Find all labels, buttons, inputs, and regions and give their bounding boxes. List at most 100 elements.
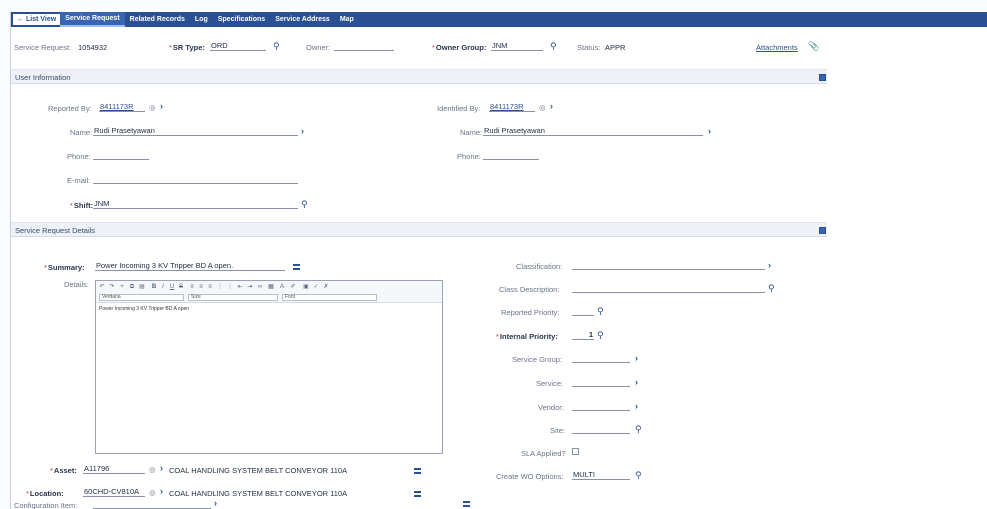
service-group-field[interactable]: [572, 353, 630, 363]
internal-priority-field[interactable]: 1: [572, 330, 594, 340]
phone-field[interactable]: [93, 150, 149, 160]
font-color-icon[interactable]: A: [278, 284, 286, 291]
search-icon[interactable]: ⚲: [597, 307, 604, 316]
clear-format-icon[interactable]: ✗: [322, 284, 330, 291]
long-description-icon[interactable]: [414, 468, 421, 474]
tab-specifications[interactable]: Specifications: [213, 12, 270, 27]
numbered-list-icon[interactable]: ⋮: [226, 284, 234, 291]
paperclip-icon[interactable]: 📎: [808, 41, 819, 52]
site-label: Site:: [550, 426, 566, 435]
bold-icon[interactable]: B: [150, 284, 158, 291]
tab-related-records[interactable]: Related Records: [125, 12, 190, 27]
long-description-icon[interactable]: [293, 264, 300, 270]
outdent-icon[interactable]: ⇤: [236, 284, 244, 291]
class-description-field[interactable]: [572, 283, 765, 293]
chevron-right-icon[interactable]: ›: [160, 102, 163, 111]
sr-type-field[interactable]: ORD: [210, 41, 266, 51]
owner-field[interactable]: [334, 41, 394, 51]
italic-icon[interactable]: I: [159, 284, 167, 291]
detail-menu-icon[interactable]: ◎: [149, 488, 156, 497]
detail-menu-icon[interactable]: ◎: [149, 103, 156, 112]
configuration-item-field[interactable]: [93, 499, 211, 509]
search-icon[interactable]: ⚲: [635, 425, 642, 434]
search-icon[interactable]: ⚲: [635, 471, 642, 480]
identified-by-field[interactable]: 8411173R: [489, 102, 535, 112]
tab-service-request[interactable]: Service Request: [60, 12, 125, 27]
tab-log[interactable]: Log: [190, 12, 213, 27]
attachments-link[interactable]: Attachments: [756, 43, 798, 52]
redo-icon[interactable]: ↷: [108, 284, 116, 291]
chevron-right-icon[interactable]: ›: [635, 402, 638, 411]
chevron-right-icon[interactable]: ›: [160, 464, 163, 473]
align-right-icon[interactable]: ≡: [206, 284, 214, 291]
search-icon[interactable]: ⚲: [301, 200, 308, 209]
chevron-right-icon[interactable]: ›: [214, 499, 217, 508]
reported-priority-field[interactable]: [572, 306, 594, 316]
add-icon[interactable]: +: [118, 284, 126, 291]
bullet-list-icon[interactable]: ⋮: [216, 284, 224, 291]
reported-by-field[interactable]: 8411173R: [99, 102, 145, 112]
shift-field[interactable]: JNM: [93, 199, 298, 209]
spellcheck-icon[interactable]: ✓: [312, 284, 320, 291]
chevron-right-icon[interactable]: ›: [550, 102, 553, 111]
search-icon[interactable]: ⚲: [550, 42, 557, 51]
font-family-select[interactable]: Verdana: [99, 294, 184, 301]
chevron-right-icon[interactable]: ›: [635, 378, 638, 387]
tab-service-address[interactable]: Service Address: [270, 12, 335, 27]
long-description-icon[interactable]: [463, 501, 470, 507]
asset-field[interactable]: A11796: [83, 464, 145, 474]
identified-phone-field[interactable]: [483, 150, 539, 160]
summary-field[interactable]: Power Incoming 3 KV Tripper BD A open.: [95, 261, 285, 271]
long-description-icon[interactable]: [414, 491, 421, 497]
table-icon[interactable]: ▦: [267, 284, 275, 291]
collapse-icon[interactable]: [819, 227, 826, 234]
search-icon[interactable]: ⚲: [768, 284, 775, 293]
search-icon[interactable]: ⚲: [597, 331, 604, 340]
identified-name-label: Name:: [460, 128, 483, 137]
chevron-right-icon[interactable]: ›: [635, 354, 638, 363]
location-field[interactable]: 60CHD-CV810A: [83, 487, 145, 497]
service-request-details-section[interactable]: Service Request Details: [11, 222, 827, 237]
format-select[interactable]: Font: [282, 294, 377, 301]
identified-phone-label: Phone:: [457, 152, 481, 161]
align-center-icon[interactable]: ≡: [197, 284, 205, 291]
strikethrough-icon[interactable]: S: [177, 284, 185, 291]
copy-icon[interactable]: ⧉: [128, 284, 136, 291]
tab-map[interactable]: Map: [335, 12, 359, 27]
sr-type-label: SR Type:: [169, 43, 205, 52]
shift-label: Shift:: [70, 201, 93, 210]
sla-applied-checkbox[interactable]: [572, 448, 579, 455]
align-left-icon[interactable]: ≡: [188, 284, 196, 291]
identified-name-field[interactable]: Rudi Prasetyawan: [483, 126, 703, 136]
service-field[interactable]: [572, 377, 630, 387]
email-field[interactable]: [93, 174, 298, 184]
paste-icon[interactable]: ▤: [138, 284, 146, 291]
email-label: E-mail:: [67, 176, 91, 185]
classification-field[interactable]: [572, 260, 765, 270]
chevron-right-icon[interactable]: ›: [301, 127, 304, 136]
owner-group-field[interactable]: JNM: [491, 41, 543, 51]
details-rich-text-editor[interactable]: ↶ ↷ + ⧉ ▤ B I U S ≡ ≡ ≡ ⋮ ⋮ ⇤ ⇥ ∞ ▦ A ✐ …: [95, 280, 443, 454]
vendor-field[interactable]: [572, 401, 630, 411]
chevron-right-icon[interactable]: ›: [768, 261, 771, 270]
underline-icon[interactable]: U: [168, 284, 176, 291]
reported-priority-label: Reported Priority:: [501, 308, 560, 317]
link-icon[interactable]: ∞: [256, 284, 264, 291]
detail-menu-icon[interactable]: ◎: [539, 103, 546, 112]
undo-icon[interactable]: ↶: [98, 284, 106, 291]
back-to-list-button[interactable]: ← List View: [13, 14, 61, 25]
indent-icon[interactable]: ⇥: [246, 284, 254, 291]
font-size-select[interactable]: Size: [188, 294, 278, 301]
create-wo-options-field[interactable]: MULTI: [572, 470, 630, 480]
details-text: Power Incoming 3 KV Tripper BD A open: [99, 306, 190, 312]
chevron-right-icon[interactable]: ›: [160, 487, 163, 496]
detail-menu-icon[interactable]: ◎: [149, 465, 156, 474]
collapse-icon[interactable]: [819, 74, 826, 81]
site-field[interactable]: [572, 424, 630, 434]
chevron-right-icon[interactable]: ›: [708, 127, 711, 136]
search-icon[interactable]: ⚲: [273, 42, 280, 51]
highlight-icon[interactable]: ✐: [289, 284, 297, 291]
user-information-section[interactable]: User Information: [11, 69, 827, 84]
name-field[interactable]: Rudi Prasetyawan: [93, 126, 298, 136]
image-icon[interactable]: ▣: [302, 284, 310, 291]
